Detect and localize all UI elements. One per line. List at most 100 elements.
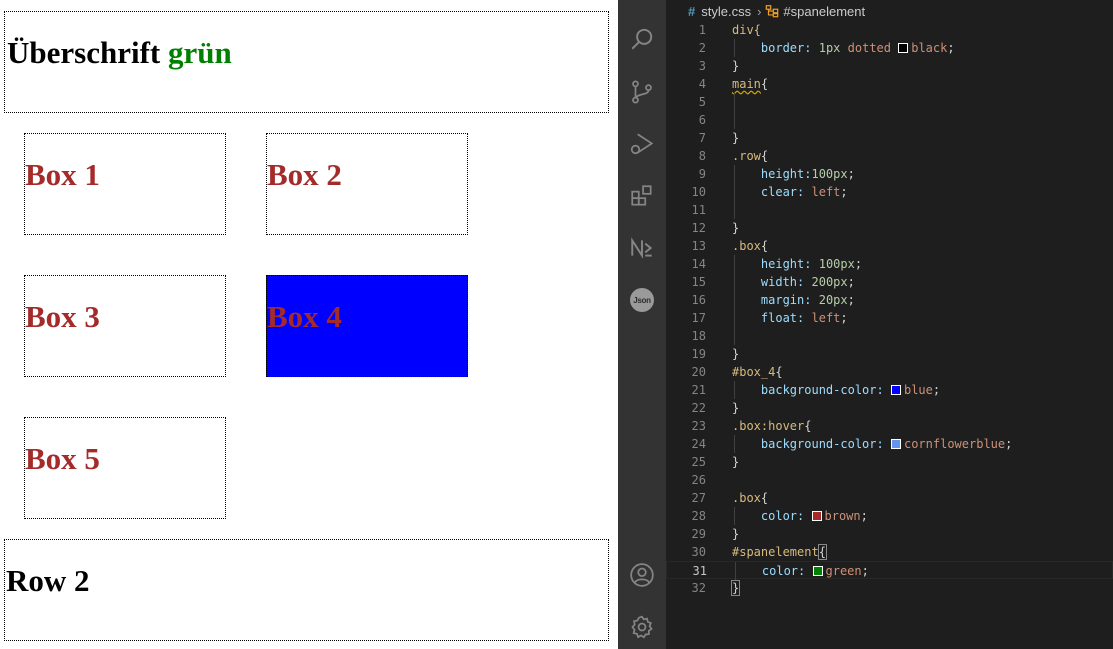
code-token: background-color: (760, 437, 884, 451)
code-token: #spanelement (732, 545, 819, 559)
header-row: Überschrift grün (4, 11, 609, 113)
code-token: float: (760, 311, 805, 325)
code-token: } (732, 527, 740, 541)
line-number: 5 (698, 95, 706, 109)
css-file-icon: # (688, 3, 696, 19)
code-line: 28 color: brown; (666, 507, 1113, 525)
code-line: 25} (666, 453, 1113, 471)
code-line: 17 float: left; (666, 309, 1113, 327)
row-2-heading: Row 2 (6, 563, 90, 598)
code-line: 1 div{ (666, 21, 1113, 39)
code-line: 4 main{ (666, 75, 1113, 93)
color-swatch-blue[interactable] (890, 385, 901, 395)
code-token: ; (932, 383, 941, 397)
code-token: height: (760, 257, 812, 271)
breadcrumb-symbol[interactable]: #spanelement (783, 4, 865, 19)
line-number: 21 (691, 383, 706, 397)
code-line: 19} (666, 345, 1113, 363)
code-token: brown (824, 509, 861, 523)
green-span-element: grün (167, 35, 232, 70)
code-token: margin: (760, 293, 812, 307)
code-line: 11 (666, 201, 1113, 219)
line-number: 13 (691, 239, 706, 253)
code-token: ; (847, 167, 855, 181)
code-token-warning[interactable]: main (732, 77, 761, 91)
line-number: 32 (691, 581, 706, 595)
line-number: 2 (698, 41, 706, 55)
line-number: 7 (698, 131, 706, 145)
line-number: 11 (691, 203, 706, 217)
breadcrumb-file[interactable]: style.css (701, 4, 751, 19)
box-3[interactable]: Box 3 (24, 275, 226, 377)
line-number: 14 (691, 257, 706, 271)
code-token: div{ (732, 23, 761, 37)
line-number: 27 (691, 491, 706, 505)
code-line: 10 clear: left; (666, 183, 1113, 201)
box-2[interactable]: Box 2 (266, 133, 468, 235)
line-number: 20 (691, 365, 706, 379)
code-token: dotted (847, 41, 891, 55)
line-number: 18 (691, 329, 706, 343)
source-control-icon[interactable] (628, 78, 656, 106)
extensions-icon[interactable] (628, 182, 656, 210)
code-line: 16 margin: 20px; (666, 291, 1113, 309)
code-token: background-color: (760, 383, 884, 397)
line-number: 12 (691, 221, 706, 235)
line-number: 3 (698, 59, 706, 73)
line-number: 22 (691, 401, 706, 415)
json-icon[interactable]: Json (628, 286, 656, 314)
activity-bar: Json (618, 0, 666, 649)
account-icon[interactable] (628, 561, 656, 589)
code-token: } (732, 131, 740, 145)
browser-preview: Überschrift grün Box 1 Box 2 Box 3 Box 4… (0, 0, 618, 649)
code-token: ; (854, 257, 863, 271)
line-number: 29 (691, 527, 706, 541)
code-token: { (760, 77, 769, 91)
code-line: 30 #spanelement{ (666, 543, 1113, 561)
line-number: 1 (698, 23, 706, 37)
code-line: 24 background-color: cornflowerblue; (666, 435, 1113, 453)
code-line: 18 (666, 327, 1113, 345)
code-token: cornflowerblue (903, 437, 1006, 451)
color-swatch-black[interactable] (898, 43, 909, 53)
color-swatch-green[interactable] (812, 566, 823, 576)
line-number: 28 (691, 509, 706, 523)
code-line: 23 .box:hover{ (666, 417, 1113, 435)
json-badge-label: Json (630, 288, 654, 312)
line-number: 26 (691, 473, 706, 487)
code-token: } (730, 580, 741, 596)
line-number: 31 (692, 564, 707, 578)
box-4-label: Box 4 (267, 299, 342, 334)
code-token: { (760, 239, 769, 253)
code-token: ; (840, 185, 848, 199)
code-line: 2 border: 1px dotted black; (666, 39, 1113, 57)
box-1[interactable]: Box 1 (24, 133, 226, 235)
code-token: .box (732, 491, 761, 505)
code-token: left (811, 311, 841, 325)
code-line: 20 #box_4{ (666, 363, 1113, 381)
code-token: clear: (760, 185, 805, 199)
nx-console-icon[interactable] (628, 234, 656, 262)
code-line: 13 .box{ (666, 237, 1113, 255)
run-debug-icon[interactable] (628, 130, 656, 158)
box-4[interactable]: Box 4 (266, 275, 468, 377)
box-5[interactable]: Box 5 (24, 417, 226, 519)
code-line: 7} (666, 129, 1113, 147)
code-token: 100px (811, 167, 848, 181)
code-token: { (817, 544, 827, 560)
search-icon[interactable] (628, 25, 656, 53)
symbol-class-icon (765, 4, 779, 18)
code-line: 8 .row{ (666, 147, 1113, 165)
color-swatch-brown[interactable] (811, 511, 822, 521)
code-token: } (732, 401, 740, 415)
code-line: 29} (666, 525, 1113, 543)
code-line: 32} (666, 579, 1113, 597)
code-editor[interactable]: 1 div{ 2 border: 1px dotted black; 3} 4 ma… (666, 21, 1113, 649)
code-line: 12} (666, 219, 1113, 237)
color-swatch-cornflowerblue[interactable] (890, 439, 901, 449)
code-token: width: (760, 275, 805, 289)
code-token: .row (732, 149, 761, 163)
settings-gear-icon[interactable] (628, 613, 656, 641)
code-line: 15 width: 200px; (666, 273, 1113, 291)
line-number: 16 (691, 293, 706, 307)
